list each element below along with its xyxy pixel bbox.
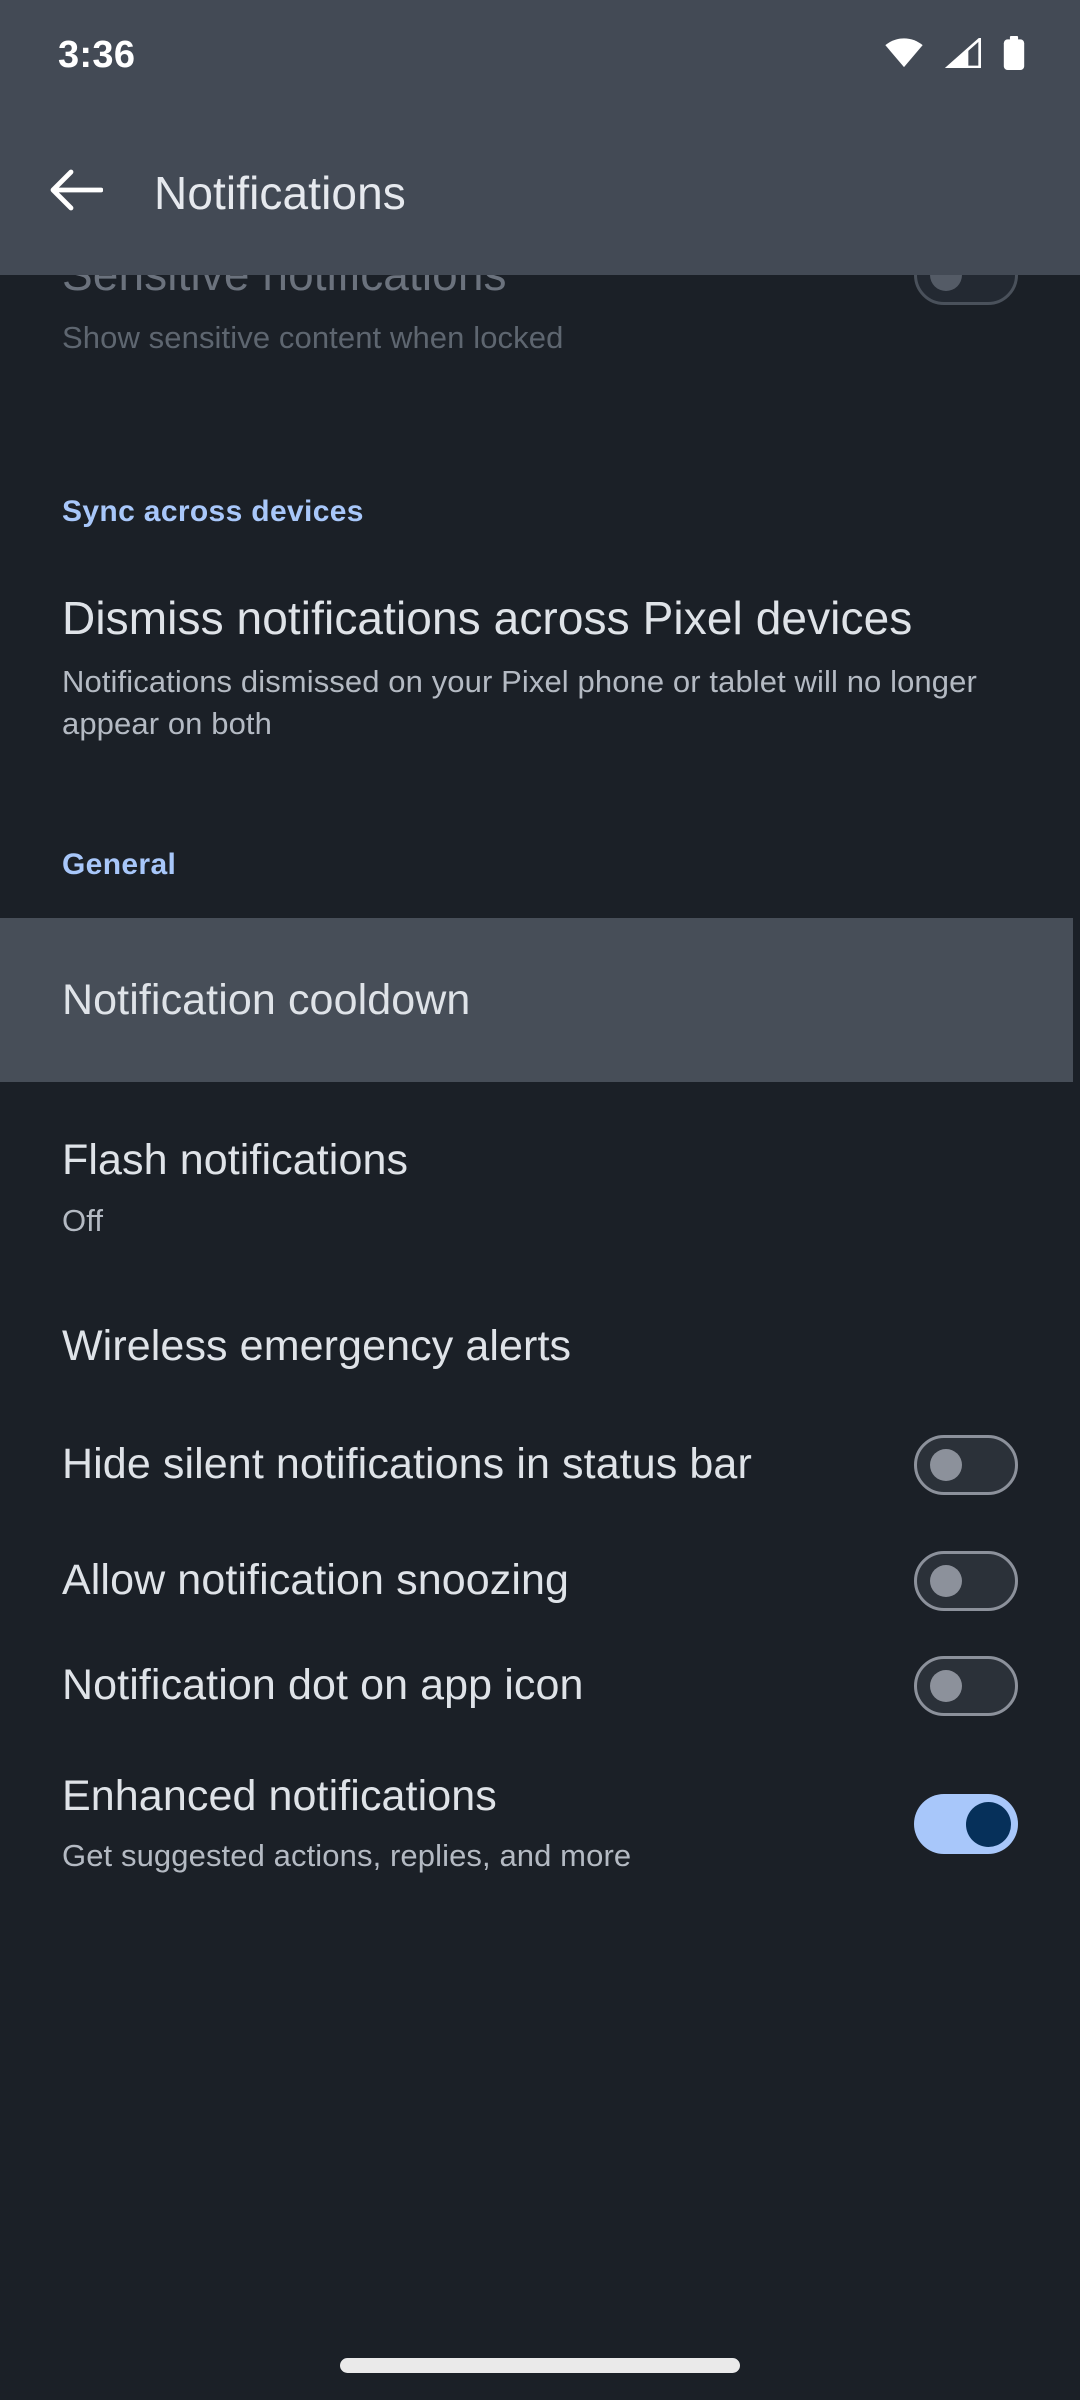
list-item-wireless-emergency-alerts[interactable]: Wireless emergency alerts xyxy=(0,1320,1080,1373)
toggle-knob xyxy=(966,1801,1011,1847)
list-item-flash-notifications[interactable]: Flash notifications Off xyxy=(0,1134,1080,1241)
phone-screen: 3:36 Notifications Show sensitive conten… xyxy=(0,0,1080,2400)
status-bar-icons xyxy=(884,35,1026,75)
list-item-title: Wireless emergency alerts xyxy=(62,1321,572,1370)
settings-scroll-list[interactable]: Sensitive notifications Show sensitive c… xyxy=(0,275,1080,2400)
status-bar: 3:36 xyxy=(0,0,1080,110)
list-item-title: Notification cooldown xyxy=(62,975,471,1024)
toggle-enhanced-notifications[interactable] xyxy=(914,1793,1018,1854)
battery-icon xyxy=(1002,35,1026,75)
list-item-title: Sensitive notifications xyxy=(62,275,563,305)
wifi-icon xyxy=(884,37,924,73)
toggle-knob xyxy=(930,1564,962,1597)
section-header-general: General xyxy=(62,848,177,882)
list-item-summary: Show sensitive content when locked xyxy=(62,319,564,355)
app-bar: Notifications xyxy=(0,110,1080,275)
list-item-summary: Notifications dismissed on your Pixel ph… xyxy=(62,663,977,741)
home-gesture-handle-icon[interactable] xyxy=(340,2357,740,2373)
list-item-notification-dot-on-app-icon[interactable]: Notification dot on app icon xyxy=(0,1655,1080,1716)
toggle-knob xyxy=(930,1448,962,1481)
toggle-hide-silent-notifications[interactable] xyxy=(914,1434,1018,1495)
toggle-sensitive-notifications[interactable] xyxy=(914,275,1018,305)
back-arrow-icon xyxy=(49,169,104,216)
list-item-title: Allow notification snoozing xyxy=(62,1556,570,1605)
toggle-allow-notification-snoozing[interactable] xyxy=(914,1550,1018,1611)
toggle-track xyxy=(914,275,1018,305)
list-item-sensitive-notifications[interactable]: Sensitive notifications Show sensitive c… xyxy=(0,275,1080,390)
list-item-hide-silent-notifications[interactable]: Hide silent notifications in status bar xyxy=(0,1434,1080,1495)
list-item-title: Hide silent notifications in status bar xyxy=(62,1440,752,1489)
list-item-notification-cooldown[interactable]: Notification cooldown xyxy=(0,918,1073,1083)
page-title: Notifications xyxy=(154,166,406,219)
status-bar-clock: 3:36 xyxy=(58,33,136,76)
navigation-bar xyxy=(0,2330,1080,2400)
list-item-summary: Off xyxy=(62,1202,104,1238)
list-item-allow-notification-snoozing[interactable]: Allow notification snoozing xyxy=(0,1550,1080,1611)
list-item-dismiss-notifications-across-pixel-devices[interactable]: Dismiss notifications across Pixel devic… xyxy=(0,589,1080,744)
list-item-title: Enhanced notifications xyxy=(62,1771,497,1820)
section-header-sync-across-devices: Sync across devices xyxy=(62,495,364,528)
list-item-summary: Get suggested actions, replies, and more xyxy=(62,1838,632,1874)
list-item-enhanced-notifications[interactable]: Enhanced notifications Get suggested act… xyxy=(0,1770,1080,1877)
toggle-knob xyxy=(930,1669,962,1702)
list-item-title: Flash notifications xyxy=(62,1136,409,1185)
cellular-signal-icon xyxy=(944,35,982,73)
list-item-title: Notification dot on app icon xyxy=(62,1661,584,1710)
toggle-notification-dot-on-app-icon[interactable] xyxy=(914,1655,1018,1716)
list-item-title: Dismiss notifications across Pixel devic… xyxy=(62,592,913,644)
back-button[interactable] xyxy=(26,143,126,243)
